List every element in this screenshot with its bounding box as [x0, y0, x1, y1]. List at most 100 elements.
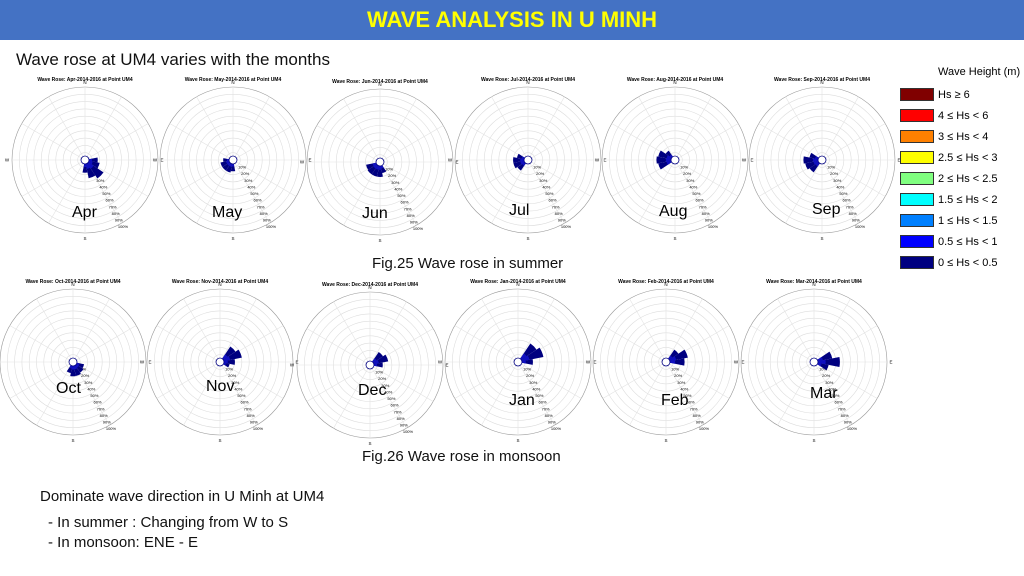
compass-label: N [526, 80, 529, 85]
legend-label: Hs ≥ 6 [938, 88, 970, 101]
legend-label: 1 ≤ Hs < 1.5 [938, 214, 998, 227]
radial-tick: 70% [699, 204, 707, 209]
spoke [316, 125, 381, 163]
spoke [232, 123, 297, 161]
legend-title: Wave Height (m) [938, 66, 1021, 78]
spoke [196, 96, 234, 161]
radial-tick: 20% [81, 373, 89, 378]
radial-tick: 100% [413, 226, 424, 231]
compass-label: E [445, 363, 448, 368]
radial-tick: 40% [234, 386, 242, 391]
legend-swatch [900, 256, 934, 269]
month-label: Jul [509, 202, 529, 219]
radial-tick: 10% [533, 165, 541, 170]
radial-tick: 70% [846, 204, 854, 209]
spoke [48, 96, 86, 161]
notes: Dominate wave direction in U Minh at UM4… [40, 484, 324, 556]
compass-label: S [516, 438, 519, 443]
month-label: Jan [509, 392, 535, 409]
spoke [21, 123, 86, 161]
legend-label: 1.5 ≤ Hs < 2 [938, 193, 998, 206]
compass-label: W [438, 360, 443, 365]
wave-roses: Wave Rose: Apr-2014-2016 at Point UM4NES… [0, 77, 900, 446]
radial-tick: 40% [532, 386, 540, 391]
radial-tick: 40% [247, 184, 255, 189]
radial-tick: 80% [407, 213, 415, 218]
legend-item: 4 ≤ Hs < 6 [900, 105, 1020, 126]
wave-rose-jan: Wave Rose: Jan-2014-2016 at Point UM4NES… [438, 279, 597, 443]
compass-label: N [812, 282, 815, 287]
radial-tick: 90% [852, 218, 860, 223]
calm-circle [80, 155, 90, 165]
compass-label: N [516, 282, 519, 287]
radial-tick: 50% [545, 191, 553, 196]
spoke [638, 96, 676, 161]
legend-swatch [900, 130, 934, 143]
spoke [343, 98, 381, 163]
radial-tick: 90% [410, 220, 418, 225]
legend-swatch [900, 214, 934, 227]
calm-circle [365, 360, 375, 370]
calm-circle [523, 155, 533, 165]
radial-tick: 90% [250, 420, 258, 425]
radial-tick: 60% [254, 198, 262, 203]
radial-tick: 10% [225, 367, 233, 372]
month-label: Oct [56, 380, 81, 397]
spoke [306, 328, 371, 366]
radial-tick: 30% [539, 178, 547, 183]
legend-swatch [900, 88, 934, 101]
legend-item: Hs ≥ 6 [900, 84, 1020, 105]
radial-tick: 40% [836, 184, 844, 189]
compass-label: N [378, 82, 381, 87]
legend-item: 2 ≤ Hs < 2.5 [900, 168, 1020, 189]
radial-tick: 90% [705, 218, 713, 223]
spoke [602, 361, 667, 399]
radial-tick: 30% [391, 180, 399, 185]
radial-tick: 60% [696, 198, 704, 203]
wave-rose-nov: Wave Rose: Nov-2014-2016 at Point UM4NES… [140, 279, 299, 443]
legend-label: 4 ≤ Hs < 6 [938, 109, 989, 122]
radial-tick: 70% [109, 204, 117, 209]
radial-tick: 20% [526, 373, 534, 378]
compass-label: N [231, 80, 234, 85]
spoke [629, 298, 667, 363]
month-label: Aug [659, 203, 687, 220]
legend-swatch [900, 172, 934, 185]
compass-label: S [673, 236, 676, 241]
radial-tick: 100% [266, 224, 277, 229]
radial-tick: 40% [689, 184, 697, 189]
radial-tick: 80% [112, 211, 120, 216]
radial-tick: 20% [683, 171, 691, 176]
radial-tick: 30% [833, 178, 841, 183]
radial-tick: 90% [548, 420, 556, 425]
radial-tick: 100% [106, 426, 117, 431]
radial-tick: 70% [97, 406, 105, 411]
radial-tick: 10% [375, 370, 383, 375]
caption-summer: Fig.25 Wave rose in summer [372, 255, 564, 272]
legend-item: 0 ≤ Hs < 0.5 [900, 252, 1020, 273]
radial-tick: 80% [397, 416, 405, 421]
radial-tick: 30% [96, 178, 104, 183]
spoke [169, 123, 234, 161]
radial-tick: 100% [253, 426, 264, 431]
compass-label: N [218, 282, 221, 287]
radial-tick: 20% [378, 376, 386, 381]
radial-tick: 30% [244, 178, 252, 183]
calm-circle [215, 357, 225, 367]
spoke [777, 298, 815, 363]
calm-circle [68, 357, 78, 367]
spoke [72, 325, 137, 363]
legend-swatch [900, 109, 934, 122]
radial-tick: 90% [696, 420, 704, 425]
wave-rose-jul: Wave Rose: Jul-2014-2016 at Point UM4NES… [448, 77, 607, 241]
radial-tick: 50% [535, 393, 543, 398]
radial-tick: 20% [241, 171, 249, 176]
spoke [674, 96, 712, 161]
radial-tick: 70% [404, 206, 412, 211]
month-label: May [212, 204, 242, 221]
month-label: Feb [661, 392, 689, 409]
legend-item: 3 ≤ Hs < 4 [900, 126, 1020, 147]
compass-label: N [664, 282, 667, 287]
compass-label: S [71, 438, 74, 443]
wave-rose-mar: Wave Rose: Mar-2014-2016 at Point UM4NES… [734, 279, 893, 443]
